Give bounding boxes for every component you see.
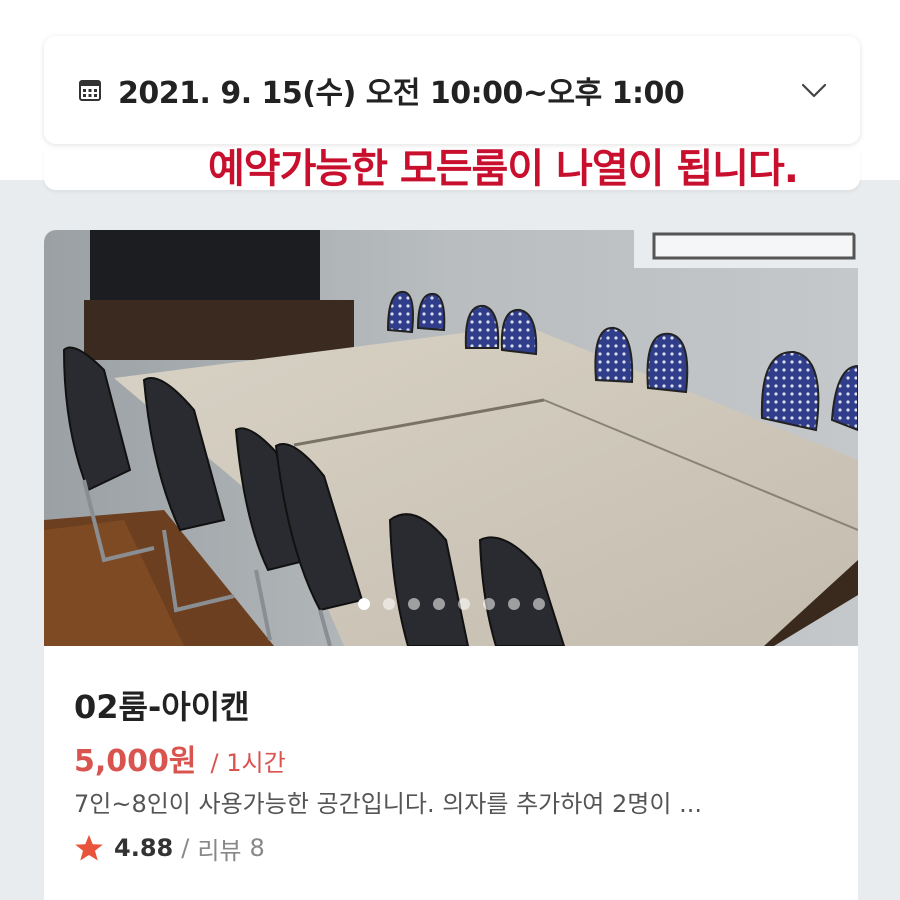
room-photo[interactable] — [44, 230, 858, 646]
chevron-down-icon[interactable] — [800, 76, 828, 104]
rating-value: 4.88 — [114, 834, 174, 862]
carousel-dot[interactable] — [532, 598, 545, 610]
date-range-text: 2021. 9. 15(수) 오전 10:00~오후 1:00 — [118, 76, 685, 111]
room-description: 7인~8인이 사용가능한 공간입니다. 의자를 추가하여 2명이 ... — [74, 790, 702, 818]
rating-row: 4.88 / 리뷰 8 — [74, 830, 834, 866]
calendar-icon — [79, 80, 101, 101]
star-icon — [75, 834, 103, 861]
room-card[interactable]: 02룸-아이캔 5,000원 / 1시간 7인~8인이 사용가능한 공간입니다.… — [44, 230, 858, 900]
room-info: 02룸-아이캔 5,000원 / 1시간 7인~8인이 사용가능한 공간입니다.… — [74, 682, 834, 866]
carousel-dot[interactable] — [482, 598, 495, 610]
carousel-indicator[interactable] — [44, 598, 858, 610]
price-unit: / 1시간 — [210, 749, 286, 777]
carousel-dot[interactable] — [382, 598, 395, 610]
review-label: 리뷰 — [197, 836, 242, 865]
rating-separator: / — [181, 834, 190, 862]
carousel-dot[interactable] — [507, 598, 520, 610]
carousel-dot[interactable] — [432, 598, 445, 610]
carousel-dot[interactable] — [457, 598, 470, 610]
date-selector[interactable]: 2021. 9. 15(수) 오전 10:00~오후 1:00 — [44, 36, 860, 144]
overlay-caption: 예약가능한 모든룸이 나열이 됩니다. — [208, 146, 799, 192]
carousel-dot[interactable] — [407, 598, 420, 610]
review-count: 8 — [249, 834, 265, 862]
room-price: 5,000원 — [74, 744, 197, 779]
room-name: 02룸-아이캔 — [74, 688, 250, 726]
carousel-dot[interactable] — [357, 598, 370, 610]
price-row: 5,000원 / 1시간 — [74, 736, 834, 779]
